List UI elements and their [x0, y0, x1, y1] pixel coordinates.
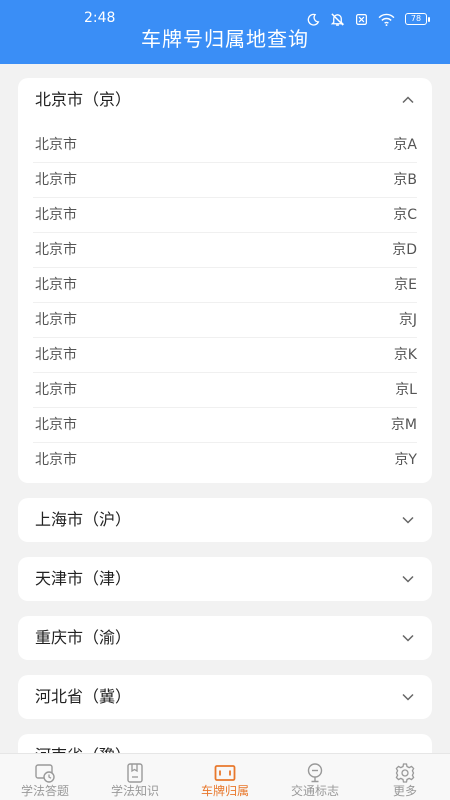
province-name: 上海市（沪） [35, 510, 132, 529]
plate-row[interactable]: 北京市 京L [33, 373, 417, 408]
province-list[interactable]: 北京市（京） 北京市 京A 北京市 京B 北京市 京C 北京市 京D 北京市 京E 北京市… [0, 64, 450, 753]
plate-city: 北京市 [35, 242, 77, 258]
plate-city: 北京市 [35, 172, 77, 188]
plate-row[interactable]: 北京市 京M [33, 408, 417, 443]
page-title: 车牌号归属地查询 [141, 27, 309, 51]
sim-off-icon [355, 13, 368, 26]
tab-label: 学法答题 [20, 784, 69, 798]
knowledge-icon [127, 763, 143, 783]
province-name: 北京市（京） [35, 90, 132, 109]
tab-quiz[interactable]: 学法答题 [0, 754, 90, 800]
plate-city: 北京市 [35, 347, 77, 363]
plate-city: 北京市 [35, 277, 77, 293]
plate-row[interactable]: 北京市 京D [33, 233, 417, 268]
chevron-down-icon [402, 634, 414, 642]
plate-city: 北京市 [35, 207, 77, 223]
tab-label: 学法知识 [110, 784, 159, 798]
tab-more[interactable]: 更多 [360, 754, 450, 800]
plate-code-list: 北京市 京A 北京市 京B 北京市 京C 北京市 京D 北京市 京E 北京市 京J 北京市京… [33, 128, 417, 478]
plate-row[interactable]: 北京市 京J [33, 303, 417, 338]
chevron-up-icon [402, 96, 414, 104]
status-time: 2:48 [84, 10, 116, 26]
status-bar: 2:48 78 [0, 0, 450, 26]
plate-row[interactable]: 北京市 京E [33, 268, 417, 303]
plate-row[interactable]: 北京市 京K [33, 338, 417, 373]
moon-icon [307, 13, 320, 26]
battery-level: 78 [405, 13, 427, 25]
wifi-icon [378, 13, 395, 26]
province-card-expanded[interactable]: 北京市（京） 北京市 京A 北京市 京B 北京市 京C 北京市 京D 北京市 京E 北京市… [18, 78, 432, 483]
plate-row[interactable]: 北京市 京Y [33, 443, 417, 478]
license-plate-icon [214, 765, 236, 781]
plate-code: 京L [395, 382, 417, 398]
plate-city: 北京市 [35, 137, 77, 153]
plate-code: 京A [393, 137, 417, 153]
plate-city: 北京市 [35, 312, 77, 328]
province-name: 河南省（豫） [35, 745, 131, 753]
tab-license-plate[interactable]: 车牌归属 [180, 754, 270, 800]
tab-label: 更多 [392, 784, 417, 798]
chevron-down-icon [402, 575, 414, 583]
plate-row[interactable]: 北京市 京C [33, 198, 417, 233]
plate-city: 北京市 [35, 452, 77, 468]
app-header: 2:48 78 车牌号归属地查询 [0, 0, 450, 64]
plate-code: 京M [390, 417, 417, 433]
battery-icon: 78 [405, 13, 430, 25]
plate-code: 京Y [394, 452, 417, 468]
plate-code: 京B [393, 172, 417, 188]
plate-row[interactable]: 北京市 京A [33, 128, 417, 163]
plate-row[interactable]: 北京市 京B [33, 163, 417, 198]
tab-traffic-sign[interactable]: 交通标志 [270, 754, 360, 800]
province-card-chongqing[interactable]: 重庆市（渝） [18, 616, 432, 660]
province-card-shanghai[interactable]: 上海市（沪） [18, 498, 432, 542]
plate-code: 京K [393, 347, 417, 363]
quiz-icon [35, 764, 55, 783]
traffic-sign-icon [307, 763, 323, 783]
province-card-henan[interactable]: 河南省（豫） [18, 734, 432, 753]
plate-code: 京D [392, 242, 417, 258]
province-header-beijing[interactable]: 北京市（京） [18, 78, 432, 122]
plate-city: 北京市 [35, 382, 77, 398]
plate-code: 京C [393, 207, 417, 223]
province-card-tianjin[interactable]: 天津市（津） [18, 557, 432, 601]
tab-label: 交通标志 [290, 784, 339, 798]
tab-knowledge[interactable]: 学法知识 [90, 754, 180, 800]
chevron-down-icon [402, 693, 414, 701]
plate-code: 京E [394, 277, 417, 293]
province-name: 河北省（冀） [35, 687, 132, 706]
province-name: 重庆市（渝） [35, 628, 132, 647]
chevron-down-icon [402, 516, 414, 524]
province-card-hebei[interactable]: 河北省（冀） [18, 675, 432, 719]
plate-code: 京J [398, 312, 417, 328]
tab-label: 车牌归属 [200, 784, 249, 798]
plate-city: 北京市 [35, 417, 77, 433]
mute-icon [330, 12, 345, 27]
province-name: 天津市（津） [35, 569, 132, 588]
bottom-tab-bar: 学法答题 学法知识 车牌归属 交通标志 更多 [0, 753, 450, 800]
gear-icon [395, 763, 415, 783]
